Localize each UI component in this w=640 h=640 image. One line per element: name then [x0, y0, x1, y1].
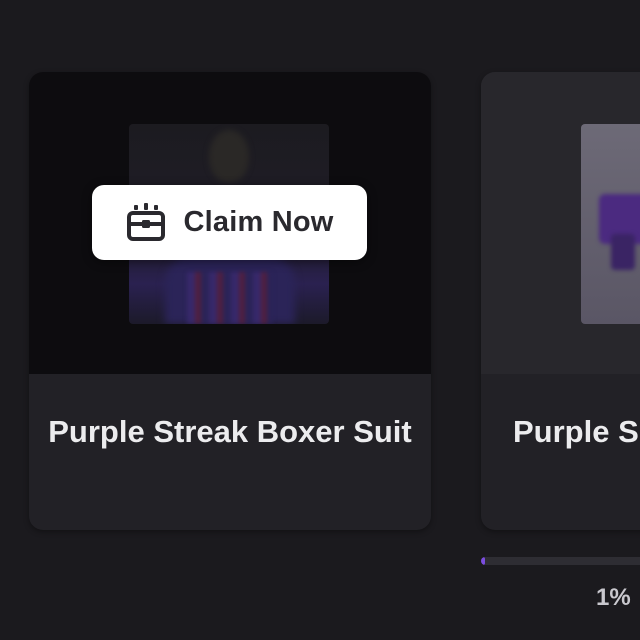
reward-thumbnail — [581, 124, 640, 324]
figure-head — [209, 130, 249, 182]
claim-now-button[interactable]: Claim Now — [92, 185, 367, 260]
reward-card[interactable]: Purple S — [481, 72, 640, 530]
reward-progress-bar — [481, 557, 640, 565]
reward-image-area: Claim Now — [29, 72, 431, 374]
reward-card[interactable]: Claim Now Purple Streak Boxer Suit — [29, 72, 431, 530]
rewards-carousel: Claim Now Purple Streak Boxer Suit Purpl… — [0, 0, 640, 640]
reward-progress-fill — [481, 557, 485, 565]
reward-title: Purple S — [513, 414, 639, 449]
claim-now-label: Claim Now — [183, 206, 334, 238]
reward-image-area — [481, 72, 640, 374]
reward-title: Purple Streak Boxer Suit — [48, 414, 412, 449]
treasure-chest-icon — [127, 202, 166, 241]
suit-image-detail — [611, 234, 635, 270]
reward-progress-percent: 1% — [596, 584, 631, 611]
suit-stripes — [187, 272, 273, 324]
